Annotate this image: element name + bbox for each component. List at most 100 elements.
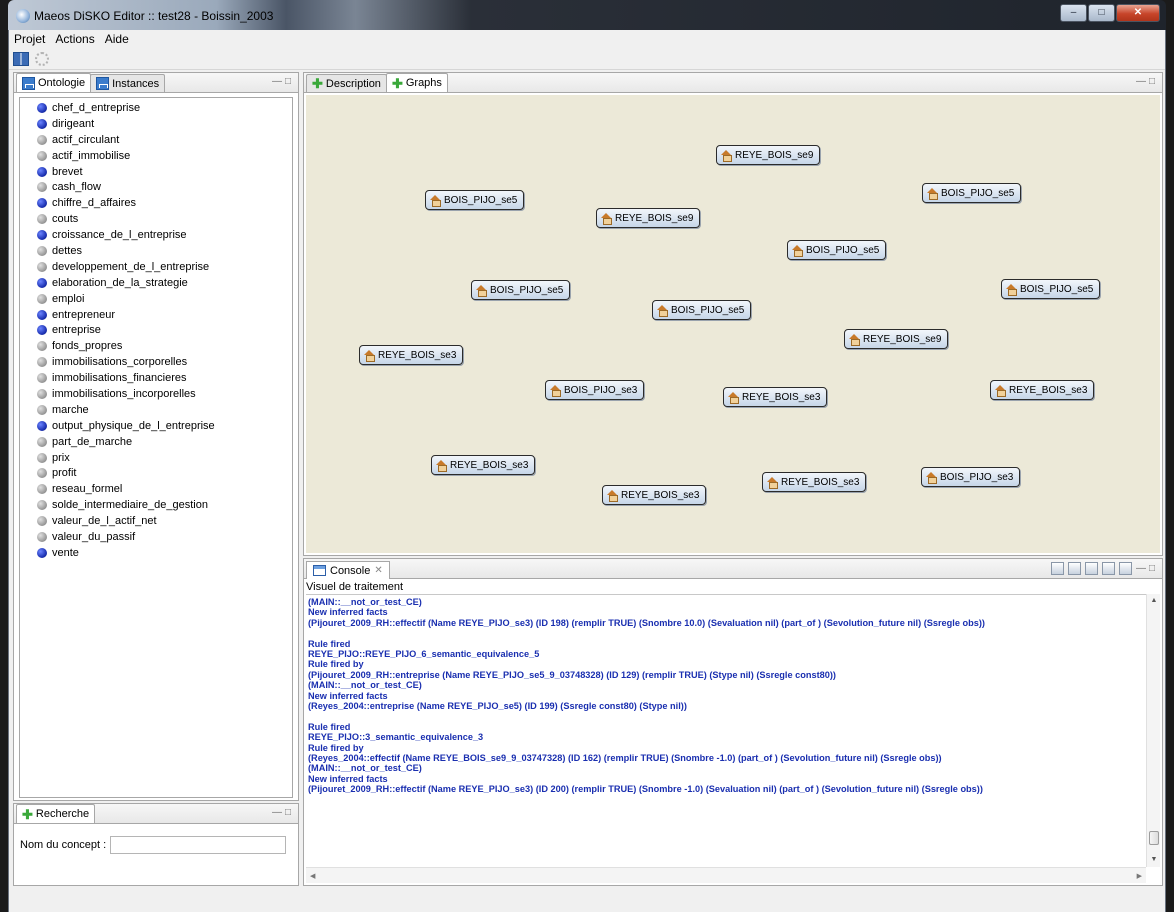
concept-search-input[interactable] bbox=[110, 836, 287, 854]
graph-node[interactable]: BOIS_PIJO_se5 bbox=[652, 300, 752, 320]
console-line: New inferred facts bbox=[308, 607, 388, 618]
concept-item[interactable]: elaboration_de_la_strategie bbox=[20, 275, 292, 291]
book-icon[interactable] bbox=[13, 51, 29, 66]
concept-item[interactable]: immobilisations_financieres bbox=[20, 370, 292, 386]
scroll-up-icon[interactable]: ▲ bbox=[1147, 594, 1161, 608]
graph-node[interactable]: REYE_BOIS_se9 bbox=[844, 329, 949, 349]
concept-item[interactable]: dirigeant bbox=[20, 116, 292, 132]
concept-label: entrepreneur bbox=[52, 308, 115, 321]
search-minmax-controls[interactable]: —□ bbox=[272, 807, 294, 818]
menu-aide[interactable]: Aide bbox=[105, 32, 129, 46]
graph-node[interactable]: REYE_BOIS_se3 bbox=[723, 387, 828, 407]
graph-node[interactable]: REYE_BOIS_se3 bbox=[359, 345, 464, 365]
tab-ontologie[interactable]: Ontologie bbox=[16, 73, 92, 92]
concept-item[interactable]: brevet bbox=[20, 164, 292, 180]
minimize-button[interactable]: ‒ bbox=[1060, 4, 1087, 22]
concept-item[interactable]: part_de_marche bbox=[20, 434, 292, 450]
vertical-scrollbar[interactable]: ▲ ▼ bbox=[1146, 594, 1160, 867]
concept-item[interactable]: developpement_de_l_entreprise bbox=[20, 259, 292, 275]
ontology-panel: Ontologie Instances —□ chef_d_entreprise… bbox=[13, 72, 299, 801]
graph-canvas[interactable]: REYE_BOIS_se9 BOIS_PIJO_se5 BOIS_PIJO_se5 R… bbox=[306, 95, 1160, 553]
tab-description[interactable]: ✚ Description bbox=[306, 74, 387, 92]
concept-item[interactable]: profit bbox=[20, 465, 292, 481]
horizontal-scrollbar[interactable]: ◀ ▶ bbox=[306, 867, 1146, 883]
graph-node[interactable]: REYE_BOIS_se9 bbox=[716, 145, 821, 165]
concept-item[interactable]: actif_circulant bbox=[20, 132, 292, 148]
pin-console-icon[interactable] bbox=[1084, 562, 1098, 575]
scrollbar-thumb[interactable] bbox=[1149, 831, 1159, 845]
gray-concept-icon bbox=[37, 134, 47, 145]
gray-concept-icon bbox=[37, 484, 47, 495]
concept-item[interactable]: prix bbox=[20, 450, 292, 466]
console-icon bbox=[313, 565, 326, 576]
graph-node[interactable]: BOIS_PIJO_se5 bbox=[922, 183, 1022, 203]
concept-label: chef_d_entreprise bbox=[52, 101, 141, 114]
concept-item[interactable]: vente bbox=[20, 545, 292, 561]
console-line: (MAIN::__not_or_test_CE) bbox=[308, 597, 422, 607]
concept-item[interactable]: marche bbox=[20, 402, 292, 418]
graph-node[interactable]: REYE_BOIS_se3 bbox=[762, 472, 867, 492]
scroll-lock-icon[interactable] bbox=[1067, 562, 1081, 575]
open-console-icon[interactable] bbox=[1118, 562, 1132, 575]
window-title-bar[interactable]: Maeos DiSKO Editor :: test28 - Boissin_2… bbox=[8, 0, 1166, 30]
blue-concept-icon bbox=[37, 547, 47, 558]
concept-item[interactable]: valeur_de_l_actif_net bbox=[20, 513, 292, 529]
concept-item[interactable]: cash_flow bbox=[20, 179, 292, 195]
house-icon bbox=[601, 213, 612, 225]
concept-item[interactable]: dettes bbox=[20, 243, 292, 259]
menu-projet[interactable]: Projet bbox=[14, 32, 45, 46]
instances-icon bbox=[96, 77, 110, 90]
console-line: (MAIN::__not_or_test_CE) bbox=[308, 680, 422, 691]
ontology-minmax-controls[interactable]: —□ bbox=[272, 76, 294, 87]
clear-console-icon[interactable] bbox=[1050, 562, 1064, 575]
concept-item[interactable]: chef_d_entreprise bbox=[20, 100, 292, 116]
concept-item[interactable]: reseau_formel bbox=[20, 481, 292, 497]
scroll-left-icon[interactable]: ◀ bbox=[310, 872, 315, 880]
concept-item[interactable]: emploi bbox=[20, 291, 292, 307]
graph-minmax-controls[interactable]: —□ bbox=[1136, 76, 1158, 87]
concept-item[interactable]: fonds_propres bbox=[20, 338, 292, 354]
console-output[interactable]: (MAIN::__not_or_test_CE) New inferred fac… bbox=[306, 594, 1146, 867]
concept-label: dettes bbox=[52, 244, 82, 257]
concept-item[interactable]: chiffre_d_affaires bbox=[20, 195, 292, 211]
graph-node[interactable]: REYE_BOIS_se3 bbox=[990, 380, 1095, 400]
maximize-button[interactable]: □ bbox=[1088, 4, 1115, 22]
console-minmax-controls[interactable]: —□ bbox=[1136, 563, 1158, 574]
concept-item[interactable]: immobilisations_incorporelles bbox=[20, 386, 292, 402]
menu-actions[interactable]: Actions bbox=[55, 32, 94, 46]
tab-instances[interactable]: Instances bbox=[90, 74, 166, 92]
concept-item[interactable]: immobilisations_corporelles bbox=[20, 354, 292, 370]
spinner-icon[interactable] bbox=[35, 51, 49, 66]
graph-node[interactable]: BOIS_PIJO_se5 bbox=[471, 280, 571, 300]
graph-node[interactable]: REYE_BOIS_se3 bbox=[602, 485, 707, 505]
gray-concept-icon bbox=[37, 468, 47, 479]
concept-item[interactable]: output_physique_de_l_entreprise bbox=[20, 418, 292, 434]
house-icon bbox=[436, 460, 447, 472]
close-button[interactable]: ✕ bbox=[1116, 4, 1160, 22]
tab-recherche[interactable]: ✚ Recherche bbox=[16, 804, 96, 823]
graph-node[interactable]: BOIS_PIJO_se5 bbox=[1001, 279, 1101, 299]
graph-node[interactable]: REYE_BOIS_se9 bbox=[596, 208, 701, 228]
concept-item[interactable]: valeur_du_passif bbox=[20, 529, 292, 545]
graph-node[interactable]: BOIS_PIJO_se3 bbox=[545, 380, 645, 400]
console-line: Rule fired bbox=[308, 638, 351, 649]
tab-graphs[interactable]: ✚ Graphs bbox=[385, 73, 448, 92]
concept-item[interactable]: solde_intermediaire_de_gestion bbox=[20, 497, 292, 513]
display-console-icon[interactable] bbox=[1101, 562, 1115, 575]
concept-item[interactable]: entrepreneur bbox=[20, 307, 292, 323]
graph-node[interactable]: BOIS_PIJO_se5 bbox=[787, 240, 887, 260]
graph-node[interactable]: REYE_BOIS_se3 bbox=[431, 455, 536, 475]
blue-concept-icon bbox=[37, 309, 47, 320]
graph-node[interactable]: BOIS_PIJO_se5 bbox=[425, 190, 525, 210]
close-tab-icon[interactable]: ✕ bbox=[374, 565, 382, 576]
concept-item[interactable]: croissance_de_l_entreprise bbox=[20, 227, 292, 243]
concept-item[interactable]: entreprise bbox=[20, 322, 292, 338]
scroll-right-icon[interactable]: ▶ bbox=[1137, 872, 1142, 880]
graph-node-label: REYE_BOIS_se3 bbox=[1009, 384, 1088, 396]
tab-console[interactable]: Console ✕ bbox=[306, 561, 390, 579]
concept-item[interactable]: actif_immobilise bbox=[20, 148, 292, 164]
tab-description-label: Description bbox=[325, 77, 381, 90]
scroll-down-icon[interactable]: ▼ bbox=[1147, 853, 1161, 867]
concept-item[interactable]: couts bbox=[20, 211, 292, 227]
graph-node[interactable]: BOIS_PIJO_se3 bbox=[921, 467, 1021, 487]
